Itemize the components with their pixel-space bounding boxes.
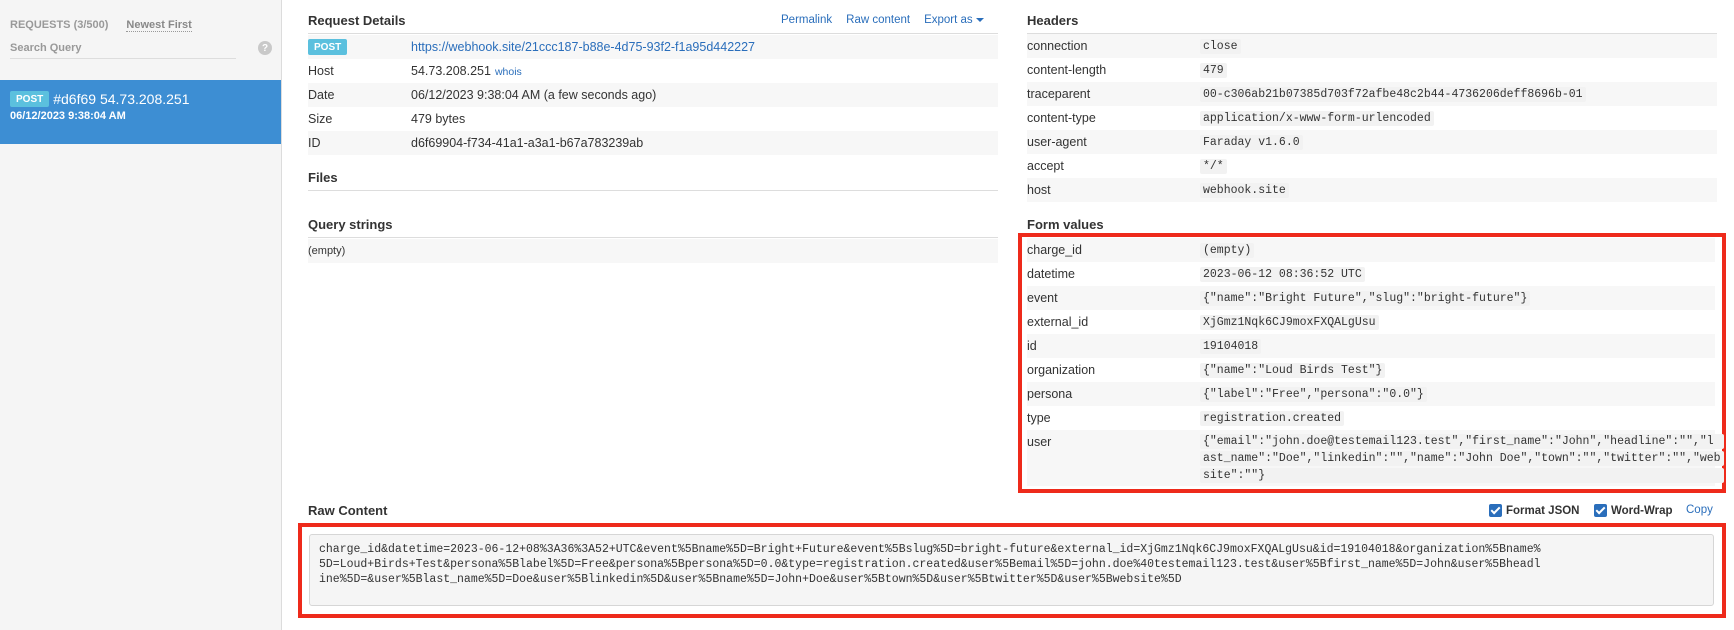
format-json-checkbox[interactable]: Format JSON	[1489, 504, 1580, 517]
request-list-item[interactable]: POST #d6f69 54.73.208.251 06/12/2023 9:3…	[0, 80, 281, 144]
form-row: event {"name":"Bright Future","slug":"bri…	[1027, 286, 1715, 310]
header-row: host webhook.site	[1027, 178, 1717, 202]
export-as-dropdown[interactable]: Export as	[924, 14, 984, 26]
header-key: content-length	[1027, 63, 1107, 77]
form-value: 19104018	[1200, 338, 1262, 354]
query-strings-empty-text: (empty)	[308, 245, 346, 257]
requests-count: REQUESTS (3/500)	[10, 19, 109, 31]
form-row: type registration.created	[1027, 406, 1715, 430]
raw-content-link[interactable]: Raw content	[846, 14, 910, 26]
header-row: connection close	[1027, 34, 1717, 58]
word-wrap-label: Word-Wrap	[1611, 504, 1673, 517]
search-input[interactable]	[10, 40, 236, 59]
headers-title: Headers	[1027, 13, 1079, 28]
detail-value: 06/12/2023 9:38:04 AM (a few seconds ago…	[411, 88, 657, 102]
header-value: close	[1200, 38, 1241, 54]
header-value: 479	[1200, 62, 1227, 78]
sort-newest-first[interactable]: Newest First	[126, 19, 192, 32]
header-row: content-length 479	[1027, 58, 1717, 82]
header-key: accept	[1027, 159, 1064, 173]
form-value: registration.created	[1200, 410, 1345, 426]
raw-content-line: 5D=Loud+Birds+Test&persona%5Blabel%5D=Fr…	[319, 558, 1541, 571]
request-url[interactable]: https://webhook.site/21ccc187-b88e-4d75-…	[411, 40, 755, 54]
form-key: datetime	[1027, 267, 1075, 281]
url-row: POST https://webhook.site/21ccc187-b88e-…	[308, 35, 998, 59]
form-value: (empty)	[1200, 242, 1255, 258]
request-timestamp: 06/12/2023 9:38:04 AM	[10, 110, 126, 122]
detail-value: d6f69904-f734-41a1-a3a1-b67a783239ab	[411, 136, 644, 150]
form-key: id	[1027, 339, 1037, 353]
format-json-label: Format JSON	[1506, 504, 1580, 517]
header-row: accept */*	[1027, 154, 1717, 178]
form-row: organization {"name":"Loud Birds Test"}	[1027, 358, 1715, 382]
header-key: content-type	[1027, 111, 1096, 125]
detail-key: Size	[308, 112, 333, 126]
header-key: host	[1027, 183, 1051, 197]
form-value: 2023-06-12 08:36:52 UTC	[1200, 266, 1365, 282]
form-key: user	[1027, 435, 1052, 449]
request-details-title: Request Details	[308, 13, 406, 28]
sidebar: REQUESTS (3/500) Newest First ? POST #d6…	[0, 0, 282, 630]
form-key: type	[1027, 411, 1051, 425]
detail-value: 479 bytes	[411, 112, 466, 126]
method-badge: POST	[10, 91, 50, 107]
form-value-line: site":""}	[1200, 468, 1724, 483]
form-value: {"name":"Loud Birds Test"}	[1200, 362, 1386, 378]
header-value: 00-c306ab21b07385d703f72afbe48c2b44-4736…	[1200, 86, 1586, 102]
raw-content-title: Raw Content	[308, 503, 388, 518]
raw-content-line: ine%5D=&user%5Blast_name%5D=Doe&user%5Bl…	[319, 573, 1182, 586]
header-row: user-agent Faraday v1.6.0	[1027, 130, 1717, 154]
detail-row-id: ID d6f69904-f734-41a1-a3a1-b67a783239ab	[308, 131, 998, 155]
export-as-label: Export as	[924, 14, 973, 26]
form-key: external_id	[1027, 315, 1089, 329]
form-key: persona	[1027, 387, 1073, 401]
whois-link[interactable]: whois	[495, 66, 522, 78]
help-icon[interactable]: ?	[258, 41, 272, 55]
query-strings-empty: (empty)	[308, 239, 998, 263]
header-key: user-agent	[1027, 135, 1087, 149]
form-value: {"label":"Free","persona":"0.0"}	[1200, 386, 1427, 402]
form-value-line: ast_name":"Doe","linkedin":"","name":"Jo…	[1200, 451, 1724, 466]
detail-row-date: Date 06/12/2023 9:38:04 AM (a few second…	[308, 83, 998, 107]
copy-link[interactable]: Copy	[1686, 504, 1713, 516]
header-value: webhook.site	[1200, 182, 1289, 198]
form-values-title: Form values	[1027, 217, 1104, 232]
header-value: */*	[1200, 158, 1227, 174]
request-id-ip: #d6f69 54.73.208.251	[53, 91, 190, 107]
word-wrap-checkbox[interactable]: Word-Wrap	[1594, 504, 1673, 517]
form-row: id 19104018	[1027, 334, 1715, 358]
files-title: Files	[308, 170, 338, 185]
form-row: charge_id (empty)	[1027, 238, 1715, 262]
header-key: connection	[1027, 39, 1088, 53]
form-value: {"name":"Bright Future","slug":"bright-f…	[1200, 290, 1531, 306]
raw-content-line: charge_id&datetime=2023-06-12+08%3A36%3A…	[319, 543, 1541, 556]
form-key: event	[1027, 291, 1058, 305]
form-row: external_id XjGmz1Nqk6CJ9moxFXQALgUsu	[1027, 310, 1715, 334]
form-value: XjGmz1Nqk6CJ9moxFXQALgUsu	[1200, 314, 1379, 330]
form-key: charge_id	[1027, 243, 1082, 257]
header-key: traceparent	[1027, 87, 1091, 101]
form-row: user {"email":"john.doe@testemail123.tes…	[1027, 430, 1724, 486]
caret-down-icon	[975, 17, 984, 22]
raw-content-body[interactable]: charge_id&datetime=2023-06-12+08%3A36%3A…	[309, 534, 1714, 606]
form-value-line: {"email":"john.doe@testemail123.test","f…	[1200, 434, 1724, 449]
query-strings-title: Query strings	[308, 217, 393, 232]
checkbox-checked-icon	[1594, 504, 1607, 517]
header-value: application/x-www-form-urlencoded	[1200, 110, 1434, 126]
detail-value: 54.73.208.251	[411, 64, 491, 78]
detail-key: Date	[308, 88, 335, 102]
detail-key: ID	[308, 136, 321, 150]
permalink-link[interactable]: Permalink	[781, 14, 832, 26]
header-row: traceparent 00-c306ab21b07385d703f72afbe4…	[1027, 82, 1717, 106]
form-row: persona {"label":"Free","persona":"0.0"}	[1027, 382, 1715, 406]
form-key: organization	[1027, 363, 1096, 377]
method-badge: POST	[308, 39, 348, 55]
form-row: datetime 2023-06-12 08:36:52 UTC	[1027, 262, 1715, 286]
header-value: Faraday v1.6.0	[1200, 134, 1303, 150]
detail-row-host: Host 54.73.208.251 whois	[308, 59, 998, 83]
detail-key: Host	[308, 64, 334, 78]
checkbox-checked-icon	[1489, 504, 1502, 517]
detail-row-size: Size 479 bytes	[308, 107, 998, 131]
header-row: content-type application/x-www-form-urlen…	[1027, 106, 1717, 130]
